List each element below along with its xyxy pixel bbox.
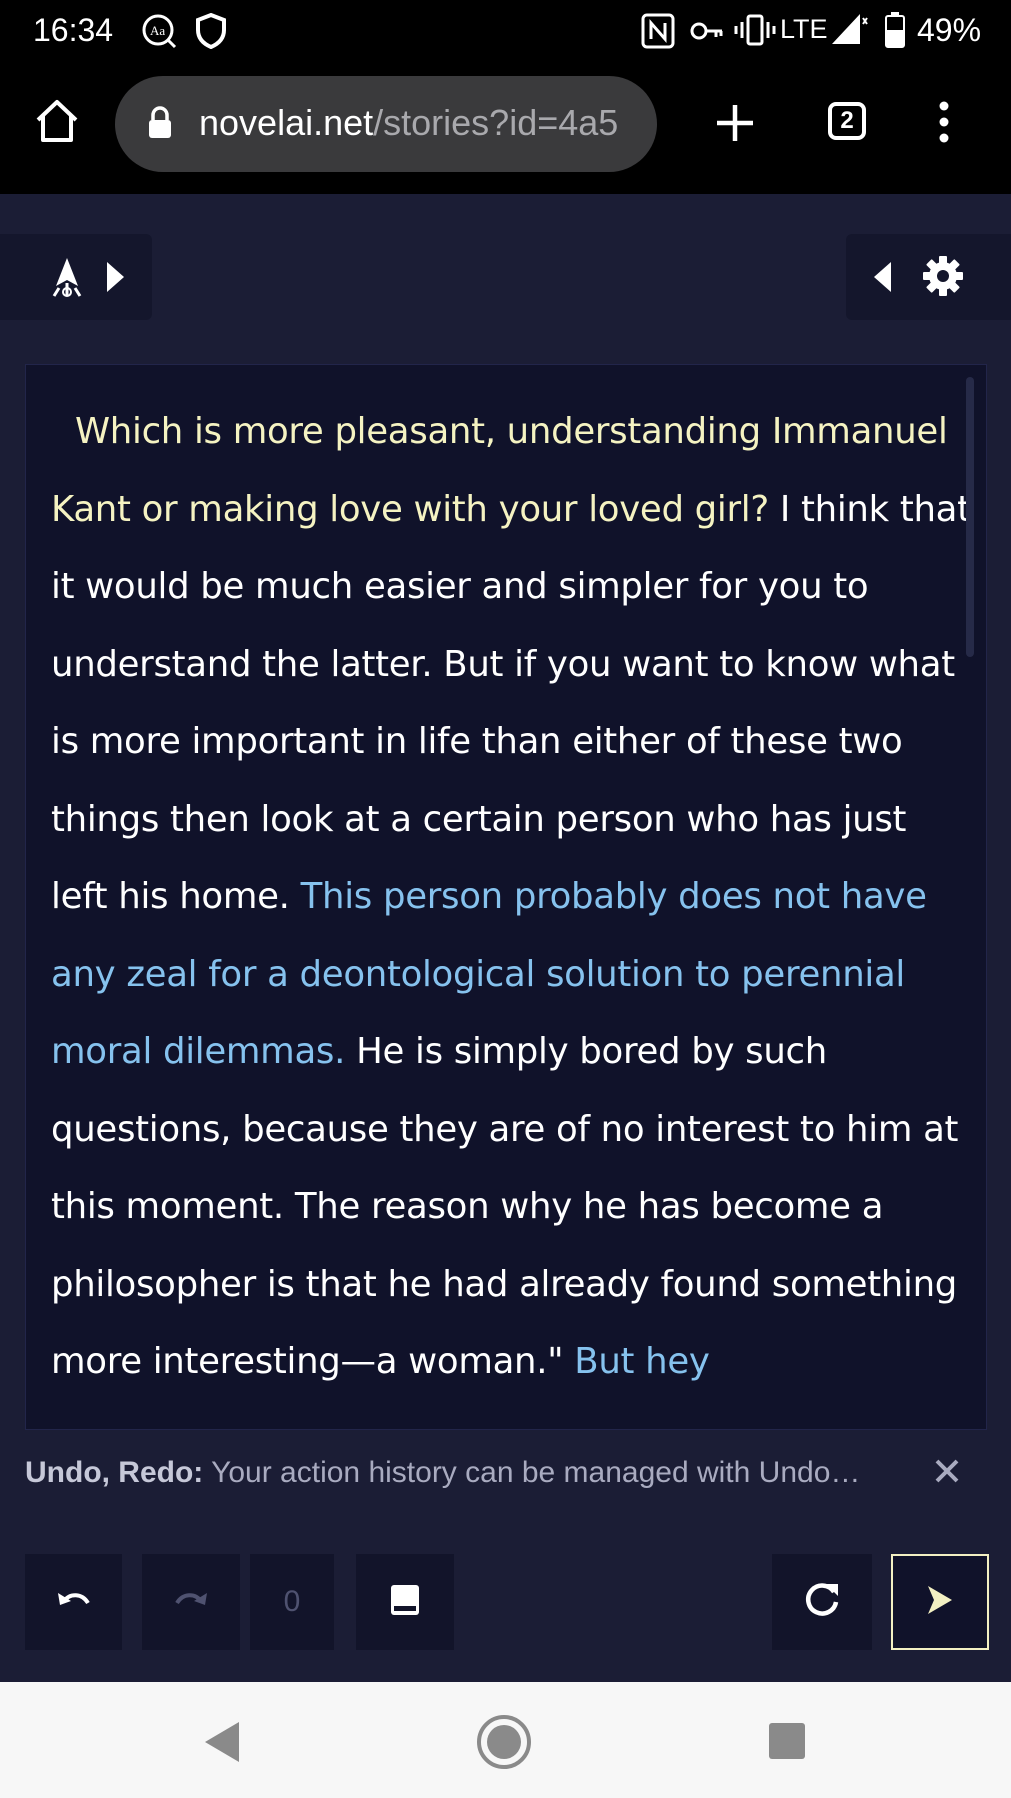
- tip-message: Your action history can be managed with …: [203, 1456, 861, 1489]
- tab-switcher-button[interactable]: 2: [828, 102, 866, 140]
- new-tab-icon[interactable]: [714, 102, 756, 148]
- chevron-left-icon: [872, 260, 894, 298]
- edited-text: But hey: [574, 1341, 710, 1382]
- home-icon[interactable]: [34, 98, 80, 148]
- signal-icon: [830, 12, 870, 50]
- status-bar: 16:34 Aa LTE 49%: [0, 0, 1011, 62]
- story-editor[interactable]: Which is more pleasant, understanding Im…: [25, 364, 987, 1430]
- battery-percent: 49%: [917, 12, 982, 48]
- back-icon[interactable]: [203, 1720, 241, 1768]
- ai-generated-text: I think that it would be much easier and…: [51, 488, 971, 918]
- url-path: /stories?id=4a5: [373, 102, 619, 143]
- browser-toolbar: novelai.net/stories?id=4a5 2: [0, 62, 1011, 194]
- undo-button[interactable]: [25, 1554, 122, 1650]
- retry-icon: [802, 1580, 842, 1624]
- send-arrow-icon: [924, 1583, 956, 1621]
- vpn-key-icon: [690, 20, 724, 46]
- font-icon: Aa: [141, 13, 177, 53]
- home-nav-icon[interactable]: [476, 1714, 532, 1774]
- android-nav-bar: [0, 1682, 1011, 1798]
- undo-icon: [56, 1587, 92, 1617]
- address-bar[interactable]: novelai.net/stories?id=4a5: [115, 76, 657, 172]
- book-icon: [389, 1583, 421, 1621]
- story-text[interactable]: Which is more pleasant, understanding Im…: [51, 393, 971, 1401]
- more-menu-icon[interactable]: [937, 100, 951, 148]
- shield-icon: [196, 12, 226, 53]
- tip-notice: Undo, Redo: Your action history can be m…: [0, 1438, 1011, 1508]
- settings-gear-icon: [922, 255, 964, 301]
- ai-generated-text: He is simply bored by such questions, be…: [51, 1031, 959, 1382]
- editor-toolbar: 0: [0, 1508, 1011, 1682]
- network-type: LTE: [780, 14, 828, 44]
- nfc-icon: [641, 13, 675, 53]
- right-sidebar-toggle[interactable]: [846, 234, 1011, 320]
- novelai-logo-icon: [50, 256, 84, 302]
- svg-text:Aa: Aa: [150, 23, 165, 38]
- left-sidebar-toggle[interactable]: [0, 234, 152, 320]
- redo-icon: [173, 1587, 209, 1617]
- send-button[interactable]: [891, 1554, 989, 1650]
- memory-button[interactable]: [356, 1554, 454, 1650]
- lock-icon: [147, 106, 173, 144]
- url-host: novelai.net: [199, 102, 374, 143]
- url-text: novelai.net/stories?id=4a5: [199, 102, 618, 144]
- retry-button[interactable]: [772, 1554, 872, 1650]
- recents-icon[interactable]: [768, 1722, 806, 1764]
- status-time: 16:34: [33, 12, 114, 48]
- editor-scrollbar[interactable]: [966, 377, 974, 657]
- vibrate-icon: [734, 14, 776, 50]
- battery-icon: [885, 12, 905, 52]
- chevron-right-icon: [104, 260, 126, 298]
- close-icon[interactable]: [934, 1450, 960, 1493]
- tip-text: Undo, Redo: Your action history can be m…: [25, 1456, 860, 1490]
- history-count[interactable]: 0: [250, 1554, 334, 1650]
- redo-button[interactable]: [142, 1554, 240, 1650]
- tip-title: Undo, Redo:: [25, 1456, 204, 1489]
- novelai-app: Which is more pleasant, understanding Im…: [0, 194, 1011, 1682]
